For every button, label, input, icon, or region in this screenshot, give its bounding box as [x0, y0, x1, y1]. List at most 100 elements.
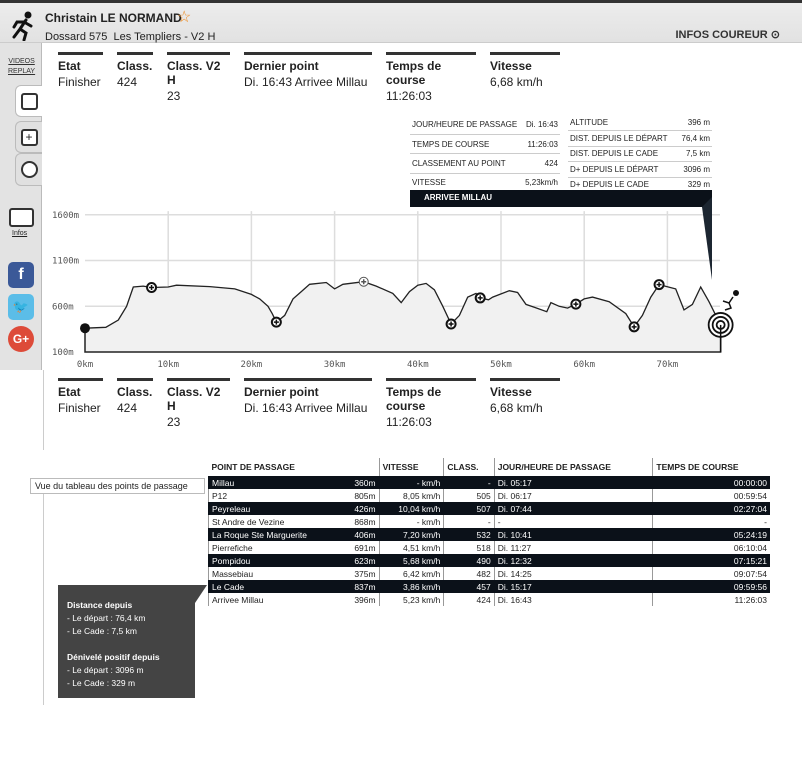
table-cell: 09:59:56 [652, 580, 770, 593]
facebook-icon[interactable]: f [8, 262, 34, 288]
x-tick-label: 70km [657, 360, 679, 370]
table-cell: Massebiau [208, 567, 343, 580]
runner-subtitle: Dossard 575 Les Templiers - V2 H [45, 31, 215, 43]
table-row[interactable]: Arrivee Millau 396m 5,23 km/h 424 Di. 16:43 1… [208, 593, 770, 606]
column-header: TEMPS DE COURSE [652, 458, 770, 476]
table-cell: - km/h [378, 476, 444, 489]
runner-header: Christain LE NORMAND ☆ Dossard 575 Les T… [0, 0, 802, 43]
tooltip-pointer [702, 197, 712, 280]
table-cell: 6,42 km/h [378, 567, 444, 580]
checkpoint-marker [445, 318, 457, 330]
table-row[interactable]: Massebiau 375m 6,42 km/h 482 Di. 14:25 09:07:… [208, 567, 770, 580]
stat-label: Dernier point [244, 385, 319, 399]
table-row[interactable]: Le Cade 837m 3,86 km/h 457 Di. 15:17 09:59:56 [208, 580, 770, 593]
stat-value: 11:26:03 [386, 415, 432, 429]
x-tick-label: 30km [324, 360, 346, 370]
tooltip-value: 396 m [677, 115, 712, 131]
tooltip-key: TEMPS DE COURSE [410, 134, 523, 155]
stat-1: Class. 424 [117, 52, 153, 103]
tab-table[interactable]: + [15, 121, 42, 153]
stat-0: Etat Finisher [58, 378, 103, 429]
table-cell: - [652, 515, 770, 528]
table-cell: 505 [443, 489, 495, 502]
table-cell: 02:27:04 [652, 502, 770, 515]
stat-label: Vitesse [490, 385, 532, 399]
stat-2: Class. V2 H 23 [167, 52, 230, 103]
google-plus-icon[interactable]: G+ [8, 326, 34, 352]
checkpoint-plus-icon [149, 284, 155, 290]
tooltip-key: ALTITUDE [568, 115, 678, 131]
favorite-star-icon[interactable]: ☆ [177, 7, 191, 27]
tab-map[interactable] [15, 153, 42, 186]
table-cell: 868m [354, 516, 376, 527]
table-cell: Di. 10:41 [493, 528, 653, 541]
infos-card-icon[interactable] [9, 208, 34, 227]
table-cell: 07:15:21 [652, 554, 770, 567]
table-cell: Di. 07:44 [493, 502, 653, 515]
table-cell: La Roque Ste Marguerite [208, 528, 343, 541]
checkpoint-plus-icon [631, 324, 637, 330]
stat-label: Class. V2 H [167, 385, 221, 413]
start-marker [80, 323, 90, 334]
table-cell: Di. 11:27 [493, 541, 653, 554]
table-row[interactable]: La Roque Ste Marguerite 406m 7,20 km/h 532 D… [208, 528, 770, 541]
table-cell: - [443, 476, 495, 489]
dossard: Dossard 575 [45, 31, 108, 43]
x-tick-label: 0km [77, 360, 93, 370]
checkpoint-plus-icon [656, 282, 662, 288]
tab-profile[interactable] [15, 85, 42, 117]
checkpoint-marker [146, 281, 158, 293]
y-tick-label: 100m [52, 348, 74, 358]
stat-label: Dernier point [244, 59, 319, 73]
table-cell: Di. 16:43 [493, 593, 653, 606]
checkpoint-marker [653, 279, 665, 291]
twitter-icon[interactable]: 🐦 [8, 294, 34, 320]
vue-tableau-label[interactable]: Vue du tableau des points de passage [30, 478, 205, 494]
stat-value: 11:26:03 [386, 89, 432, 103]
stat-label: Temps de course [386, 385, 442, 413]
checkpoint-plus-icon [477, 295, 483, 301]
infos-coureur-button[interactable]: INFOS COUREUR ⊙ [675, 28, 780, 41]
table-row[interactable]: Peyreleau 426m 10,04 km/h 507 Di. 07:44 02:27… [208, 502, 770, 515]
infos-link[interactable]: Infos [12, 230, 27, 237]
tooltip-key: D+ DEPUIS LE DÉPART [568, 161, 678, 178]
table-cell: 10,04 km/h [378, 502, 444, 515]
table-row[interactable]: Pompidou 623m 5,68 km/h 490 Di. 12:32 07:15:2… [208, 554, 770, 567]
stat-label: Vitesse [490, 59, 532, 73]
table-row[interactable]: Millau 360m - km/h - Di. 05:17 00:00:00 [208, 476, 770, 489]
tooltip-row: TEMPS DE COURSE 11:26:03 [410, 134, 560, 155]
checkpoint-marker [358, 276, 369, 287]
checkpoint-marker [474, 292, 486, 304]
table-cell: Di. 05:17 [493, 476, 653, 489]
table-cell: 424 [443, 593, 495, 606]
table-cell: Arrivee Millau [208, 593, 343, 606]
stat-value: 6,68 km/h [490, 75, 543, 89]
table-row[interactable]: P12 805m 8,05 km/h 505 Di. 06:17 00:59:54 [208, 489, 770, 502]
checkpoint-plus-icon [273, 319, 279, 325]
table-row[interactable]: Pierrefiche 691m 4,51 km/h 518 Di. 11:27 06:1… [208, 541, 770, 554]
back-circle-icon: ⊙ [770, 29, 780, 41]
stat-value: 424 [117, 401, 138, 415]
tooltip-value: 3096 m [677, 161, 712, 178]
x-tick-label: 10km [157, 360, 179, 370]
stat-value: 424 [117, 75, 138, 89]
checkpoint-marker [628, 321, 640, 333]
table-cell: 532 [443, 528, 495, 541]
stat-3: Dernier point Di. 16:43 Arrivee Millau [244, 52, 372, 103]
stat-value: Di. 16:43 Arrivee Millau [244, 401, 368, 415]
table-cell: 375m [354, 568, 376, 579]
table-row[interactable]: St Andre de Vezine 868m - km/h - - - [208, 515, 770, 528]
stat-value: Finisher [58, 75, 101, 89]
tip-line: - Le départ : 3096 m [67, 665, 144, 675]
sidebar: VIDEOS REPLAY + Infos f 🐦 G+ [0, 43, 42, 370]
checkpoint-marker [570, 298, 582, 310]
tooltip-row: CLASSEMENT AU POINT 424 [410, 153, 560, 174]
x-tick-label: 20km [241, 360, 263, 370]
tip-line: - Le Cade : 7,5 km [67, 626, 137, 636]
table-cell: Di. 12:32 [493, 554, 653, 567]
y-tick-label: 600m [52, 302, 74, 312]
table-cell: 457 [443, 580, 495, 593]
point-tooltip: JOUR/HEURE DE PASSAGE Di. 16:43 TEMPS DE C… [410, 115, 712, 194]
videos-replay-link[interactable]: VIDEOS REPLAY [8, 57, 35, 77]
table-cell: 00:59:54 [652, 489, 770, 502]
